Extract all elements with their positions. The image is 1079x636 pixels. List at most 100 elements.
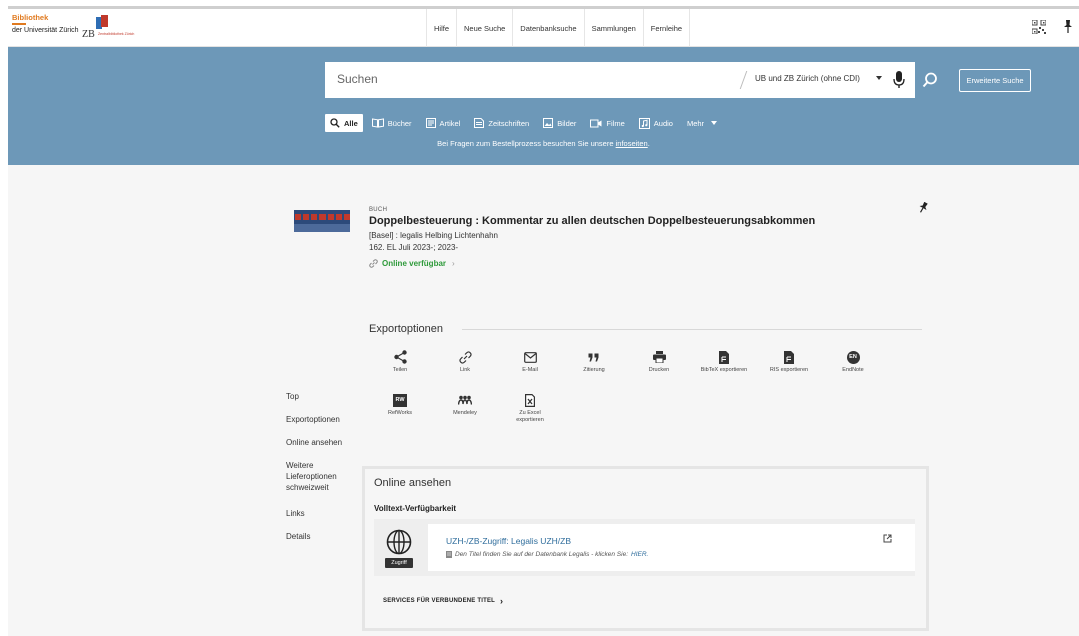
order-process-notice: Bei Fragen zum Bestellprozess besuchen S… (8, 139, 1079, 148)
export-mendeley[interactable]: Mendeley (441, 393, 489, 417)
export-label: Mendeley (453, 410, 477, 416)
share-icon (393, 350, 407, 364)
tab-buecher[interactable]: Bücher (367, 114, 417, 132)
left-nav-lieferoptionen[interactable]: Weitere Lieferoptionen schweizweit (286, 460, 348, 493)
search-box: Suchen UB und ZB Zürich (ohne CDI) (325, 62, 945, 98)
access-note-link[interactable]: HIER. (631, 551, 648, 558)
tab-mehr[interactable]: Mehr (682, 114, 722, 132)
export-teilen[interactable]: Teilen (376, 350, 424, 374)
endnote-icon: EN (846, 350, 860, 364)
export-label: Zu Excel exportieren (516, 410, 544, 423)
chevron-down-icon[interactable] (876, 76, 882, 80)
globe-icon (386, 529, 412, 555)
chevron-down-icon (711, 121, 718, 125)
availability-link[interactable]: Online verfügbar › (369, 259, 455, 268)
export-email[interactable]: E-Mail (506, 350, 554, 374)
export-label: E-Mail (522, 367, 538, 373)
left-nav-online-ansehen[interactable]: Online ansehen (286, 437, 342, 448)
search-scope-select[interactable]: UB und ZB Zürich (ohne CDI) (755, 74, 860, 83)
document-icon (446, 551, 452, 558)
journal-icon (474, 118, 485, 128)
export-label: Drucken (648, 367, 670, 373)
online-view-section: Online ansehen Volltext-Verfügbarkeit Zu… (362, 466, 929, 631)
record-title[interactable]: Doppelbesteuerung : Kommentar zu allen d… (369, 215, 815, 227)
search-band: Suchen UB und ZB Zürich (ohne CDI) Erwei… (8, 47, 1079, 165)
ub-logo-title: Bibliothek (12, 13, 49, 22)
tab-label: Bücher (387, 118, 412, 128)
tab-artikel[interactable]: Artikel (421, 114, 466, 132)
export-ris[interactable]: RIS exportieren (765, 350, 813, 374)
search-button[interactable] (915, 62, 945, 98)
tab-label: Mehr (686, 118, 705, 128)
online-heading: Online ansehen (374, 477, 452, 489)
top-bar: Bibliothek der Universität Zürich ZB Zen… (8, 9, 1079, 47)
export-label: EndNote (842, 367, 864, 373)
export-zitierung[interactable]: Zitierung (570, 350, 618, 374)
export-endnote[interactable]: EN EndNote (829, 350, 877, 374)
pin-icon[interactable] (1062, 20, 1074, 34)
browser-page: Bibliothek der Universität Zürich ZB Zen… (8, 6, 1079, 636)
access-link-title[interactable]: UZH-/ZB-Zugriff: Legalis UZH/ZB (446, 536, 571, 546)
mail-icon (523, 351, 537, 363)
tab-alle[interactable]: Alle (325, 114, 363, 132)
search-separator (739, 71, 748, 89)
export-heading: Exportoptionen (369, 323, 443, 335)
book-cover-thumbnail[interactable] (294, 210, 350, 232)
tab-label: Artikel (439, 118, 461, 128)
related-services-label: SERVICES FÜR VERBUNDENE TITEL (383, 598, 496, 604)
ub-logo[interactable]: Bibliothek der Universität Zürich (12, 14, 79, 35)
export-bibtex[interactable]: BibTeX exportieren (700, 350, 748, 374)
search-icon (922, 72, 937, 88)
export-label: BibTeX exportieren (700, 367, 748, 373)
access-note: Den Titel finden Sie auf der Datenbank L… (446, 551, 648, 558)
external-link-icon[interactable] (883, 534, 892, 543)
qr-code-icon[interactable] (1032, 20, 1046, 34)
audio-icon (638, 117, 650, 129)
nav-fernleihe[interactable]: Fernleihe (642, 9, 691, 47)
export-label: RefWorks (387, 410, 413, 416)
ris-file-icon (784, 350, 794, 364)
microphone-icon[interactable] (893, 71, 905, 89)
access-badge: Zugriff (385, 558, 413, 568)
export-refworks[interactable]: RW RefWorks (376, 393, 424, 417)
left-nav-details[interactable]: Details (286, 531, 310, 542)
nav-hilfe[interactable]: Hilfe (426, 9, 456, 47)
export-divider (462, 329, 922, 330)
export-label: RIS exportieren (769, 367, 809, 373)
bibtex-file-icon (719, 350, 729, 364)
link-icon (458, 350, 472, 364)
nav-datenbanksuche[interactable]: Datenbanksuche (512, 9, 583, 47)
chevron-right-icon: › (452, 259, 455, 268)
tab-zeitschriften[interactable]: Zeitschriften (469, 114, 534, 132)
infoseiten-link[interactable]: infoseiten (616, 139, 648, 148)
media-type-tabs: Alle Bücher Artikel Zeitschriften Bilder… (325, 113, 726, 133)
article-icon (425, 118, 436, 128)
left-nav-links[interactable]: Links (286, 508, 305, 519)
ub-logo-subtitle: der Universität Zürich (12, 27, 79, 34)
record-type: BUCH (369, 207, 388, 213)
tab-audio[interactable]: Audio (634, 114, 678, 132)
tab-bilder[interactable]: Bilder (538, 114, 581, 132)
left-nav-top[interactable]: Top (286, 391, 299, 402)
nav-sammlungen[interactable]: Sammlungen (583, 9, 643, 47)
print-icon (652, 351, 666, 363)
zb-logo-subtitle: Zentralbibliothek Zürich (98, 32, 135, 36)
access-link-tile[interactable]: UZH-/ZB-Zugriff: Legalis UZH/ZB Den Tite… (428, 524, 915, 571)
advanced-search-button[interactable]: Erweiterte Suche (959, 69, 1031, 92)
export-excel[interactable]: Zu Excel exportieren (506, 393, 554, 424)
refworks-icon: RW (393, 393, 407, 407)
nav-neue-suche[interactable]: Neue Suche (456, 9, 512, 47)
zb-logo-text: ZB (82, 29, 95, 40)
tab-filme[interactable]: Filme (585, 114, 629, 132)
quote-icon (588, 353, 599, 361)
tab-label: Audio (653, 118, 673, 128)
image-icon (543, 118, 554, 128)
ub-logo-bar (12, 23, 26, 25)
search-input[interactable]: Suchen (337, 72, 378, 86)
related-services-toggle[interactable]: SERVICES FÜR VERBUNDENE TITEL › (383, 596, 503, 606)
export-drucken[interactable]: Drucken (635, 350, 683, 374)
mendeley-icon (458, 395, 472, 405)
export-link[interactable]: Link (441, 350, 489, 374)
left-nav-exportoptionen[interactable]: Exportoptionen (286, 414, 340, 425)
pin-icon[interactable] (918, 202, 928, 214)
